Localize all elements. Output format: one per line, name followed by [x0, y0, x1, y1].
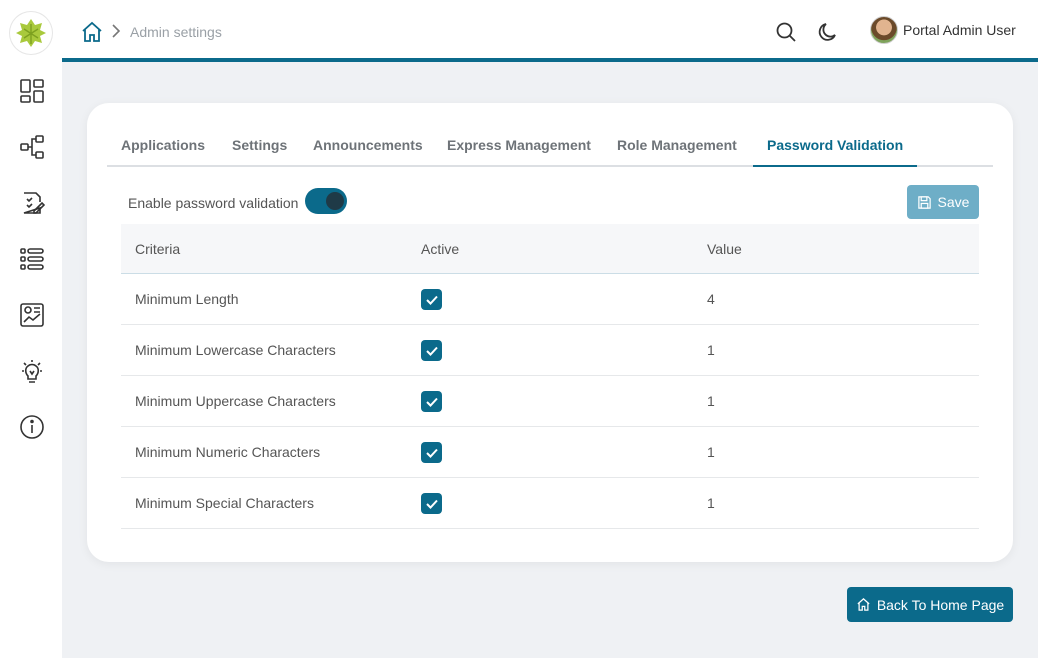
- workflow-icon[interactable]: [17, 132, 47, 162]
- check-icon: [425, 346, 438, 356]
- list-icon[interactable]: [17, 244, 47, 274]
- check-icon: [425, 397, 438, 407]
- breadcrumb-current: Admin settings: [130, 24, 222, 40]
- criteria-cell: Minimum Length: [135, 291, 239, 307]
- app-logo[interactable]: [10, 12, 52, 54]
- tab-applications[interactable]: Applications: [107, 127, 219, 167]
- save-button[interactable]: Save: [907, 185, 979, 219]
- enable-password-validation-label: Enable password validation: [128, 195, 299, 211]
- chevron-right-icon: [112, 24, 121, 38]
- user-menu[interactable]: Portal Admin User: [870, 15, 1016, 45]
- table-row: Minimum Uppercase Characters 1: [121, 376, 979, 427]
- sidebar: [0, 0, 62, 658]
- header-criteria: Criteria: [135, 241, 181, 257]
- check-icon: [425, 448, 438, 458]
- value-cell: 1: [707, 393, 715, 409]
- table-header: Criteria Active Value: [121, 224, 979, 274]
- moon-icon[interactable]: [817, 21, 839, 43]
- criteria-cell: Minimum Uppercase Characters: [135, 393, 336, 409]
- home-icon: [857, 598, 870, 611]
- settings-card: Applications Settings Announcements Expr…: [87, 103, 1013, 562]
- value-cell: 4: [707, 291, 715, 307]
- back-to-home-label: Back To Home Page: [876, 596, 1005, 613]
- table-row: Minimum Special Characters 1: [121, 478, 979, 529]
- header-active: Active: [421, 241, 460, 257]
- tab-role-management[interactable]: Role Management: [603, 127, 751, 167]
- criteria-cell: Minimum Lowercase Characters: [135, 342, 336, 358]
- save-label: Save: [937, 194, 970, 210]
- criteria-cell: Minimum Numeric Characters: [135, 444, 321, 460]
- header-value: Value: [707, 241, 742, 257]
- save-icon: [917, 195, 931, 209]
- avatar: [870, 16, 898, 44]
- tab-password-validation[interactable]: Password Validation: [753, 127, 918, 167]
- tab-announcements[interactable]: Announcements: [299, 127, 437, 167]
- password-criteria-table: Criteria Active Value Minimum Length 4 M…: [121, 224, 979, 529]
- tab-settings[interactable]: Settings: [218, 127, 301, 167]
- check-icon: [425, 295, 438, 305]
- active-checkbox[interactable]: [421, 391, 442, 412]
- tab-bar: Applications Settings Announcements Expr…: [107, 127, 993, 167]
- tab-express-management[interactable]: Express Management: [433, 127, 605, 167]
- reports-icon[interactable]: [17, 300, 47, 330]
- back-to-home-button[interactable]: Back To Home Page: [847, 587, 1013, 622]
- criteria-cell: Minimum Special Characters: [135, 495, 314, 511]
- leaf-logo-icon: [16, 19, 46, 47]
- check-icon: [425, 499, 438, 509]
- tasks-icon[interactable]: [17, 188, 47, 218]
- active-checkbox[interactable]: [421, 340, 442, 361]
- search-icon[interactable]: [775, 21, 797, 43]
- active-checkbox[interactable]: [421, 289, 442, 310]
- enable-password-validation-toggle[interactable]: [305, 188, 347, 214]
- user-name: Portal Admin User: [903, 22, 1016, 38]
- value-cell: 1: [707, 342, 715, 358]
- home-icon[interactable]: [80, 20, 104, 44]
- value-cell: 1: [707, 444, 715, 460]
- toggle-knob: [326, 192, 344, 210]
- table-row: Minimum Length 4: [121, 274, 979, 325]
- active-checkbox[interactable]: [421, 493, 442, 514]
- value-cell: 1: [707, 495, 715, 511]
- top-bar: Admin settings Portal Admin User: [62, 0, 1038, 62]
- dashboard-icon[interactable]: [17, 76, 47, 106]
- table-row: Minimum Numeric Characters 1: [121, 427, 979, 478]
- active-checkbox[interactable]: [421, 442, 442, 463]
- info-icon[interactable]: [17, 412, 47, 442]
- ideas-icon[interactable]: [17, 356, 47, 386]
- table-row: Minimum Lowercase Characters 1: [121, 325, 979, 376]
